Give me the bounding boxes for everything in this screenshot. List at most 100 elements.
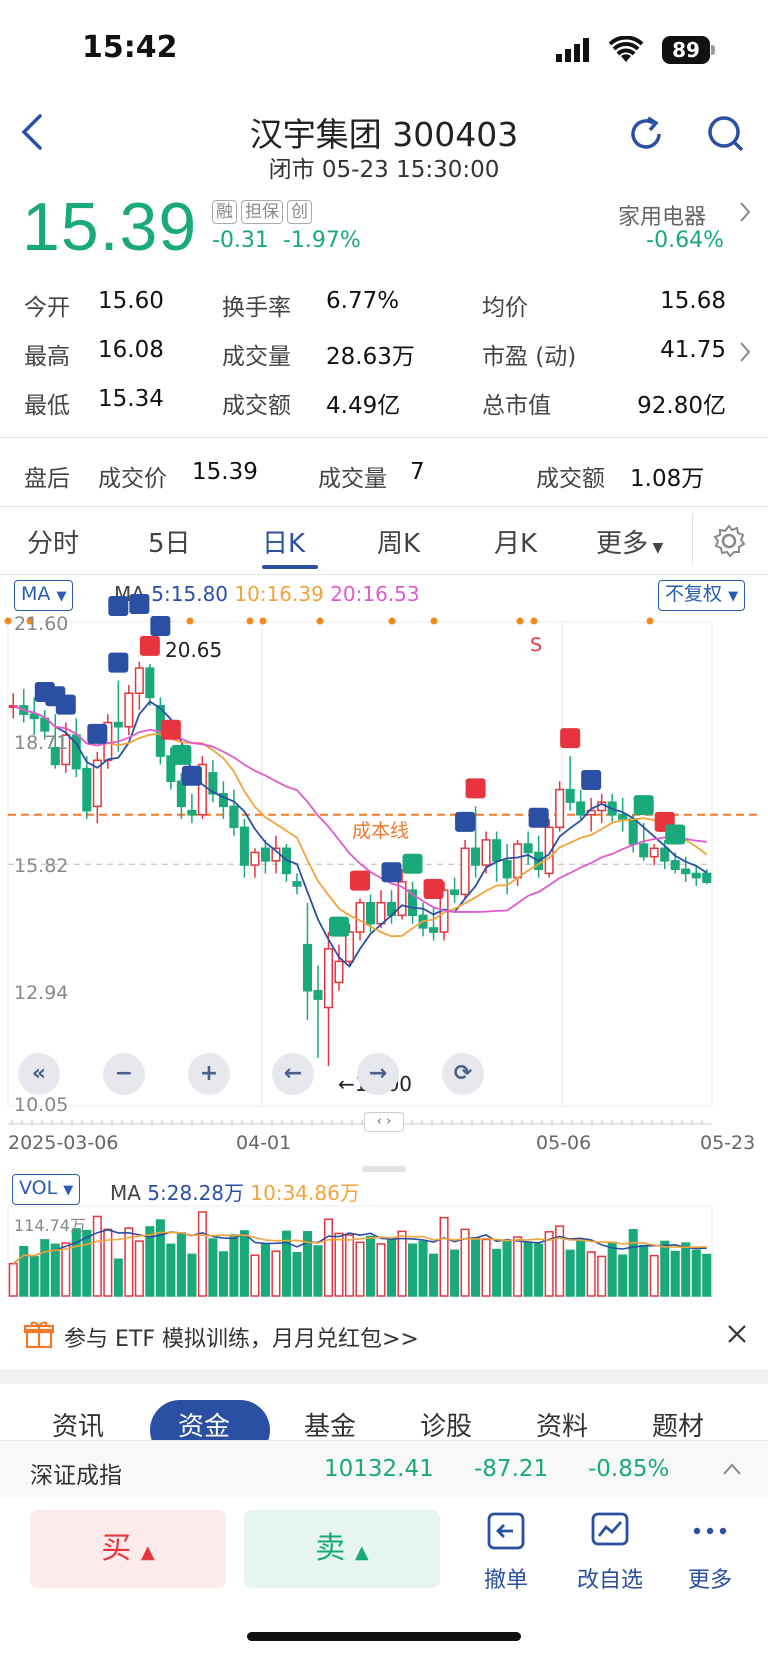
candle-body [565, 788, 575, 803]
more-button[interactable]: 更多 [670, 1510, 750, 1594]
trade-marker-t [87, 723, 108, 744]
volume-bar [82, 1229, 92, 1297]
close-icon[interactable] [726, 1323, 748, 1349]
y-label-2: 18.71 [14, 732, 69, 754]
date-label-end: 05-23 [700, 1132, 756, 1154]
gift-icon [23, 1319, 55, 1353]
drag-handle-icon[interactable]: ‹ › [364, 1112, 404, 1132]
event-dot [186, 617, 194, 625]
resize-handle[interactable] [362, 1166, 406, 1172]
info-tab-news[interactable]: 资讯 [52, 1406, 104, 1440]
info-tab-funds[interactable]: 资金 [178, 1406, 230, 1440]
edit-watchlist-button[interactable]: 改自选 [570, 1510, 650, 1594]
volume-bar [8, 1262, 18, 1297]
settings-gear-icon[interactable] [712, 524, 746, 562]
high-label: 最高 [24, 344, 70, 370]
tab-daily-k[interactable]: 日K [262, 523, 305, 560]
volume-bar [408, 1243, 418, 1297]
volume-bar [597, 1255, 607, 1297]
buy-button[interactable]: 买 ▲ [30, 1510, 226, 1588]
tab-more[interactable]: 更多 ▼ [596, 523, 663, 560]
volume-bar [208, 1238, 218, 1297]
trade-marker-buy [350, 870, 370, 891]
chevron-up-icon[interactable] [722, 1461, 742, 1480]
low-value: 15.34 [98, 386, 164, 412]
tab-weekly-k[interactable]: 周K [377, 523, 420, 560]
candle-body [639, 843, 649, 858]
tag-margin: 融 [212, 200, 237, 224]
tab-monthly-k[interactable]: 月K [494, 523, 537, 560]
volume-bar [618, 1254, 628, 1297]
refresh-icon[interactable] [626, 114, 666, 158]
zoom-out-button[interactable]: − [103, 1053, 145, 1095]
candle-body [239, 826, 249, 866]
volume-bar [344, 1234, 355, 1297]
stock-tags: 融担保创 [212, 200, 316, 224]
trade-marker-t [150, 616, 171, 636]
battery-icon: 89 [662, 36, 710, 64]
info-tab-profile[interactable]: 资料 [536, 1406, 588, 1440]
caret-down-icon: ▼ [648, 540, 664, 556]
candle-body [481, 839, 491, 866]
ah-vol-value: 7 [410, 459, 425, 485]
max-price-label: 20.65 [165, 638, 223, 662]
info-tab-theme[interactable]: 题材 [652, 1406, 704, 1440]
candle-body [450, 889, 460, 896]
candle-body [145, 667, 155, 699]
rewind-button[interactable]: « [18, 1053, 60, 1095]
candle-body [513, 843, 523, 879]
sell-button[interactable]: 卖 ▲ [244, 1510, 440, 1588]
industry-change: -0.64% [646, 228, 724, 253]
candle-body [471, 847, 481, 866]
pe-label[interactable]: 市盈 (动) [482, 337, 576, 371]
candle-body [313, 990, 323, 1000]
candle-body [323, 948, 334, 1009]
fullscreen-rotate-button[interactable]: ⟳ [442, 1053, 484, 1095]
volume-bar [639, 1244, 649, 1297]
volume-bar [134, 1240, 144, 1297]
cancel-order-button[interactable]: 撤单 [466, 1510, 546, 1594]
cancel-order-icon [487, 1512, 525, 1550]
pan-right-button[interactable]: → [357, 1053, 399, 1095]
info-tabs: 资讯 资金 基金 诊股 资料 题材 [0, 1384, 768, 1440]
pe-chevron-icon[interactable] [738, 340, 752, 368]
ah-amt-value: 1.08万 [630, 466, 705, 492]
candle-body [660, 847, 670, 862]
volume-bar [681, 1242, 691, 1297]
chevron-right-icon[interactable] [738, 200, 752, 228]
candle-body [429, 927, 439, 933]
mcap-value: 92.80亿 [637, 393, 726, 419]
vol-selector[interactable]: VOL ▼ [12, 1174, 81, 1205]
vol-ma10-value: 10:34.86万 [250, 1181, 360, 1205]
date-label-may: 05-06 [536, 1132, 592, 1154]
candle-body [355, 902, 365, 933]
trade-marker-sell [402, 853, 423, 874]
vol-ma5-value: 5:28.28万 [147, 1181, 245, 1205]
candle-body [618, 814, 628, 820]
industry-link[interactable]: 家用电器 [618, 199, 706, 231]
index-ticker-bar[interactable]: 深证成指 10132.41 -87.21 -0.85% [0, 1440, 768, 1498]
trade-marker-buy [139, 635, 160, 656]
cost-line-label: 成本线 [352, 820, 410, 842]
pe-value[interactable]: 41.75 [660, 337, 726, 363]
cancel-order-label: 撤单 [483, 1568, 528, 1593]
candle-body [576, 801, 586, 816]
info-tab-diagnose[interactable]: 诊股 [420, 1406, 472, 1440]
ah-amt-label: 成交额 [536, 466, 605, 492]
search-icon[interactable] [706, 114, 746, 158]
avg-label: 均价 [482, 295, 528, 321]
tab-5day[interactable]: 5日 [148, 523, 191, 560]
y-label-4: 12.94 [14, 982, 69, 1004]
avg-value: 15.68 [660, 288, 726, 314]
candle-body [555, 788, 565, 829]
pan-left-button[interactable]: ← [272, 1053, 314, 1095]
promo-banner[interactable]: 参与 ETF 模拟训练，月月兑红包>> [0, 1305, 768, 1363]
volume-bar [271, 1250, 281, 1297]
info-tab-fund[interactable]: 基金 [304, 1406, 356, 1440]
volume-bar [176, 1232, 186, 1297]
candle-body [376, 902, 386, 925]
volume-bar [166, 1243, 176, 1297]
tab-intraday[interactable]: 分时 [27, 523, 79, 560]
volume-bar [544, 1231, 554, 1297]
zoom-in-button[interactable]: + [188, 1053, 230, 1095]
